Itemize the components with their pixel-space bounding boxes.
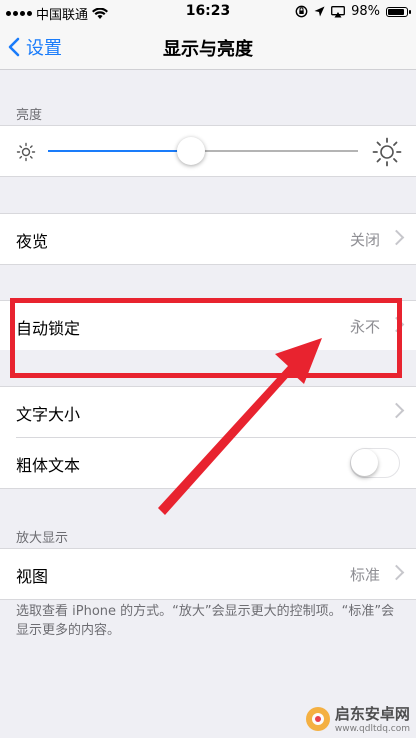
zoom-header: 放大显示 [16, 531, 69, 546]
sun-small-icon [16, 142, 36, 162]
night-shift-group: 夜览 关闭 [0, 213, 416, 265]
sun-large-icon [372, 137, 402, 167]
status-bar: 中国联通 16:23 98% [0, 0, 416, 24]
watermark: 启东安卓网 www.qdltdq.com [305, 703, 410, 734]
night-shift-label: 夜览 [16, 232, 49, 251]
text-size-row[interactable]: 文字大小 [0, 387, 416, 437]
location-icon [314, 6, 325, 17]
text-size-label: 文字大小 [16, 405, 81, 424]
chevron-right-icon [388, 402, 405, 419]
brightness-slider[interactable] [48, 137, 358, 165]
view-value: 标准 [349, 566, 380, 584]
toggle-knob [351, 449, 378, 476]
auto-lock-row[interactable]: 自动锁定 永不 [0, 301, 416, 351]
nav-bar: 设置 显示与亮度 [0, 24, 416, 70]
night-shift-value: 关闭 [349, 231, 380, 249]
text-group: 文字大小 粗体文本 [0, 386, 416, 489]
battery-icon [386, 6, 411, 17]
brightness-slider-fill [48, 150, 191, 152]
auto-lock-label: 自动锁定 [16, 319, 81, 338]
chevron-right-icon [388, 564, 405, 581]
watermark-logo-icon [305, 706, 330, 731]
night-shift-row[interactable]: 夜览 关闭 [0, 214, 416, 264]
zoom-group: 视图 标准 [0, 548, 416, 600]
page-title: 显示与亮度 [163, 39, 253, 60]
airplay-icon [331, 5, 346, 17]
zoom-footer-note: 选取查看 iPhone 的方式。“放大”会显示更大的控制项。“标准”会显示更多的… [16, 604, 395, 638]
watermark-en: www.qdltdq.com [334, 724, 410, 734]
chevron-right-icon [388, 316, 405, 333]
brightness-group [0, 125, 416, 177]
orientation-lock-icon [295, 5, 308, 18]
brightness-header: 亮度 [16, 108, 43, 123]
auto-lock-group: 自动锁定 永不 [0, 300, 416, 350]
view-label: 视图 [16, 567, 49, 586]
status-right: 98% [295, 4, 411, 19]
watermark-cn: 启东安卓网 [334, 705, 410, 723]
bold-text-label: 粗体文本 [16, 456, 81, 475]
auto-lock-value: 永不 [349, 318, 380, 336]
bold-text-row: 粗体文本 [0, 438, 416, 488]
chevron-right-icon [388, 229, 405, 246]
bold-text-toggle[interactable] [350, 448, 400, 478]
battery-percent: 98% [351, 4, 380, 19]
brightness-slider-thumb[interactable] [176, 137, 205, 165]
view-row[interactable]: 视图 标准 [0, 549, 416, 599]
